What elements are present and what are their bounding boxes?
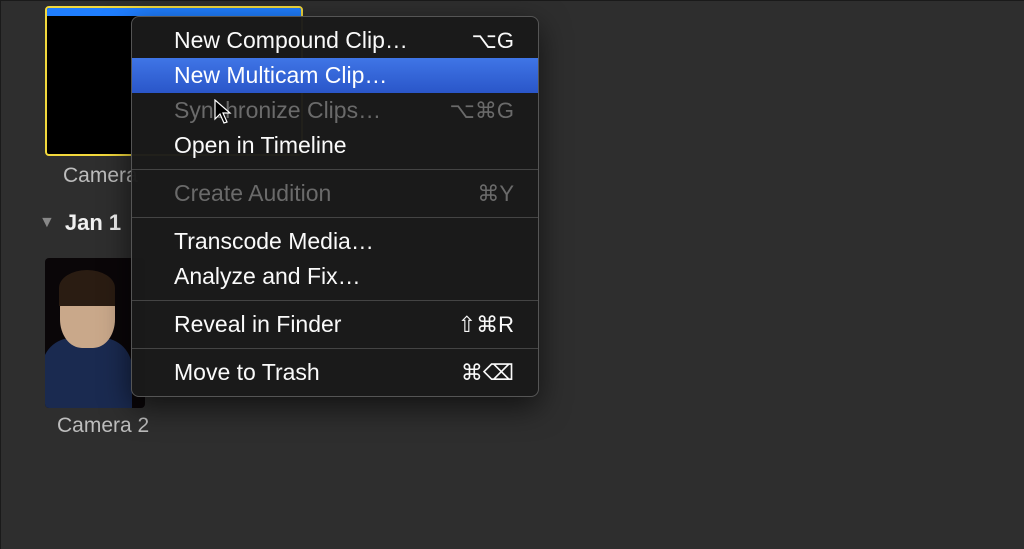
menu-item-label: Create Audition [174,180,331,207]
menu-item[interactable]: New Multicam Clip… [132,58,538,93]
menu-item[interactable]: Analyze and Fix… [132,259,538,294]
disclosure-triangle-icon[interactable]: ▼ [39,214,55,232]
menu-item-label: Reveal in Finder [174,311,341,338]
menu-shortcut: ⌥G [472,28,514,54]
scrub-bar [47,8,301,16]
menu-item[interactable]: Transcode Media… [132,224,538,259]
menu-shortcut: ⌥⌘G [450,98,514,124]
context-menu[interactable]: New Compound Clip… ⌥G New Multicam Clip… Sy… [131,16,539,397]
menu-separator [132,217,538,218]
menu-shortcut: ⇧⌘R [458,312,514,338]
menu-item-label: Analyze and Fix… [174,263,361,290]
menu-separator [132,169,538,170]
menu-item: Synchronize Clips… ⌥⌘G [132,93,538,128]
menu-item-label: Move to Trash [174,359,320,386]
menu-item[interactable]: Move to Trash ⌘⌫ [132,355,538,390]
menu-shortcut: ⌘⌫ [461,360,514,386]
menu-item[interactable]: Reveal in Finder ⇧⌘R [132,307,538,342]
menu-item-label: New Multicam Clip… [174,62,387,89]
clip-label: Camera 2 [57,414,1024,438]
clip-thumbnail[interactable] [45,258,145,408]
menu-separator [132,348,538,349]
menu-item-label: Transcode Media… [174,228,374,255]
menu-item: Create Audition ⌘Y [132,176,538,211]
menu-item[interactable]: New Compound Clip… ⌥G [132,23,538,58]
menu-shortcut: ⌘Y [477,181,514,207]
menu-item[interactable]: Open in Timeline [132,128,538,163]
date-label: Jan 1 [65,210,121,236]
menu-item-label: New Compound Clip… [174,27,408,54]
menu-item-label: Synchronize Clips… [174,97,381,124]
menu-item-label: Open in Timeline [174,132,347,159]
menu-separator [132,300,538,301]
